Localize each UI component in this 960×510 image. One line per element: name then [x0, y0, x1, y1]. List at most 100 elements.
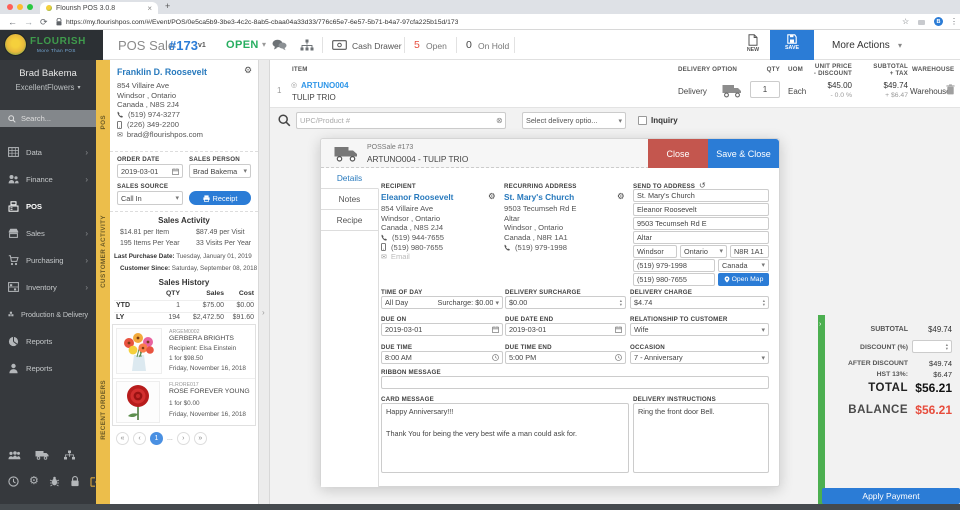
sidebar-search[interactable]: Search...	[0, 110, 96, 127]
inquiry-checkbox[interactable]	[638, 116, 647, 125]
sales-source-select[interactable]: Call In ▾	[117, 191, 183, 205]
due-time-end-input[interactable]: 5:00 PM	[505, 351, 626, 364]
delivery-option-select[interactable]: Select delivery optio... ▾	[522, 112, 626, 129]
order-card[interactable]: FLRORE017 ROSE FOREVER YOUNG 1 for $0.00…	[113, 379, 255, 425]
due-date-end-input[interactable]: 2019-03-01	[505, 323, 626, 336]
status-open[interactable]: OPEN	[226, 39, 259, 51]
traffic-light-close[interactable]	[7, 4, 13, 10]
stepper-icon[interactable]: ▴ ▾	[946, 342, 948, 351]
delivery-instructions-textarea[interactable]: Ring the front door Bell.	[633, 403, 769, 473]
browser-avatar[interactable]: B	[934, 17, 943, 26]
lock-icon[interactable]	[70, 476, 80, 487]
pager-first-button[interactable]: «	[116, 432, 129, 445]
sidebar-item-sales[interactable]: Sales ›	[0, 220, 96, 246]
delivery-truck-icon[interactable]	[722, 84, 742, 98]
customer-email-row[interactable]: ✉ brad@flourishpos.com	[117, 130, 203, 140]
settings-gear-icon[interactable]: ⚙	[29, 476, 39, 487]
sidebar-item-production-delivery[interactable]: Production & Delivery	[0, 301, 96, 327]
sitemap-icon[interactable]	[300, 39, 314, 51]
sidebar-item-purchasing[interactable]: Purchasing ›	[0, 247, 96, 273]
tab-details[interactable]: Details	[321, 168, 379, 189]
send-name-input[interactable]	[633, 189, 769, 202]
send-phone-input[interactable]	[633, 259, 715, 272]
messages-icon[interactable]	[272, 39, 287, 51]
sidebar-item-finance[interactable]: Finance ›	[0, 166, 96, 192]
new-tab-button[interactable]: +	[165, 1, 170, 11]
new-button[interactable]: NEW	[742, 34, 764, 53]
vertical-tab-recent-orders[interactable]: RECENT ORDERS	[100, 380, 107, 440]
status-chevron-icon[interactable]: ▾	[262, 40, 266, 49]
open-count[interactable]: 5	[414, 39, 420, 51]
cash-drawer-icon[interactable]	[332, 40, 347, 50]
company-selector[interactable]: ExcellentFlowers ▾	[0, 83, 96, 92]
delivery-truck-icon[interactable]	[35, 450, 49, 460]
reload-icon[interactable]: ⟳	[40, 17, 48, 28]
recipient-email-row[interactable]: ✉ Email	[381, 252, 410, 262]
clock-icon[interactable]	[8, 476, 19, 487]
sidebar-item-data[interactable]: Data ›	[0, 139, 96, 165]
send-mobile-input[interactable]	[633, 273, 715, 286]
sidebar-item-pos[interactable]: POS	[0, 193, 96, 219]
customer-name-link[interactable]: Franklin D. Roosevelt	[117, 67, 207, 77]
cash-drawer-label[interactable]: Cash Drawer	[352, 41, 402, 51]
time-of-day-select[interactable]: All Day Surcharge: $0.00 ▾	[381, 296, 503, 309]
relationship-select[interactable]: Wife ▾	[630, 323, 769, 336]
pager-last-button[interactable]: »	[193, 432, 207, 445]
save-close-button[interactable]: Save & Close	[708, 139, 779, 168]
sidebar-item-reports[interactable]: Reports	[0, 328, 96, 354]
send-recipient-input[interactable]	[633, 203, 769, 216]
ribbon-message-input[interactable]	[381, 376, 769, 389]
stepper-icon[interactable]: ▴ ▾	[620, 298, 622, 307]
order-date-input[interactable]: 2019-03-01	[117, 164, 183, 178]
collapse-chevron-icon[interactable]: ›	[262, 308, 265, 317]
open-map-button[interactable]: Open Map	[718, 273, 769, 286]
panel-collapse-divider[interactable]: ›	[258, 60, 270, 510]
send-country-select[interactable]: Canada ▾	[718, 259, 769, 272]
send-address2-input[interactable]	[633, 231, 769, 244]
traffic-light-minimize[interactable]	[17, 4, 23, 10]
discount-input[interactable]: ▴ ▾	[912, 340, 952, 353]
hold-count-label[interactable]: On Hold	[478, 41, 509, 51]
pager-page-1-button[interactable]: 1	[150, 432, 163, 445]
due-on-input[interactable]: 2019-03-01	[381, 323, 503, 336]
traffic-light-zoom[interactable]	[27, 4, 33, 10]
send-city-input[interactable]	[633, 245, 677, 258]
org-chart-icon[interactable]	[63, 450, 76, 460]
card-message-textarea[interactable]: Happy Anniversary!!! Thank You for being…	[381, 403, 629, 473]
sales-person-select[interactable]: Brad Bakema ▾	[189, 164, 251, 178]
back-icon[interactable]: ←	[8, 17, 17, 27]
more-actions-chevron-icon[interactable]: ▾	[898, 41, 902, 50]
open-count-label[interactable]: Open	[426, 41, 447, 51]
receipt-button[interactable]: Receipt	[189, 191, 251, 205]
save-button[interactable]: SAVE	[770, 30, 814, 60]
delivery-surcharge-input[interactable]: $0.00 ▴ ▾	[505, 296, 626, 309]
delivery-charge-input[interactable]: $4.74 ▴ ▾	[630, 296, 769, 309]
recurring-name-link[interactable]: St. Mary's Church	[504, 192, 574, 202]
tab-notes[interactable]: Notes	[321, 189, 378, 210]
close-button[interactable]: Close	[648, 139, 708, 168]
vertical-tab-pos[interactable]: POS	[100, 115, 107, 130]
hold-count[interactable]: 0	[466, 39, 472, 51]
pager-prev-button[interactable]: ‹	[133, 432, 146, 445]
order-card[interactable]: ARGEM0002 GERBERA BRIGHTS Recipient: Els…	[113, 325, 255, 377]
tab-close-icon[interactable]: ×	[147, 4, 152, 13]
bug-icon[interactable]	[49, 476, 60, 487]
pager-next-button[interactable]: ›	[176, 432, 190, 445]
item-code-link[interactable]: ARTUNO004	[301, 81, 349, 90]
stepper-icon[interactable]: ▴ ▾	[763, 298, 765, 307]
omnibox[interactable]: https://my.flourishpos.com/#/Event/POS/0…	[56, 16, 894, 28]
recipient-settings-gear-icon[interactable]: ⚙	[488, 191, 496, 202]
upc-product-input[interactable]	[296, 112, 506, 129]
sidebar-item-reports-2[interactable]: Reports	[0, 355, 96, 381]
bookmark-star-icon[interactable]: ☆	[902, 17, 909, 26]
forward-icon[interactable]: →	[24, 17, 33, 27]
tab-recipe[interactable]: Recipe	[321, 210, 378, 231]
browser-tab[interactable]: Flourish POS 3.0.8 ×	[40, 2, 158, 14]
qty-input[interactable]	[750, 81, 780, 98]
send-address-input[interactable]	[633, 217, 769, 230]
clear-input-icon[interactable]: ⊗	[496, 116, 503, 125]
recipient-name-link[interactable]: Eleanor Roosevelt	[381, 192, 453, 202]
send-postal-input[interactable]	[730, 245, 769, 258]
browser-menu-icon[interactable]: ⋮	[950, 17, 958, 26]
customers-icon[interactable]	[8, 450, 21, 460]
